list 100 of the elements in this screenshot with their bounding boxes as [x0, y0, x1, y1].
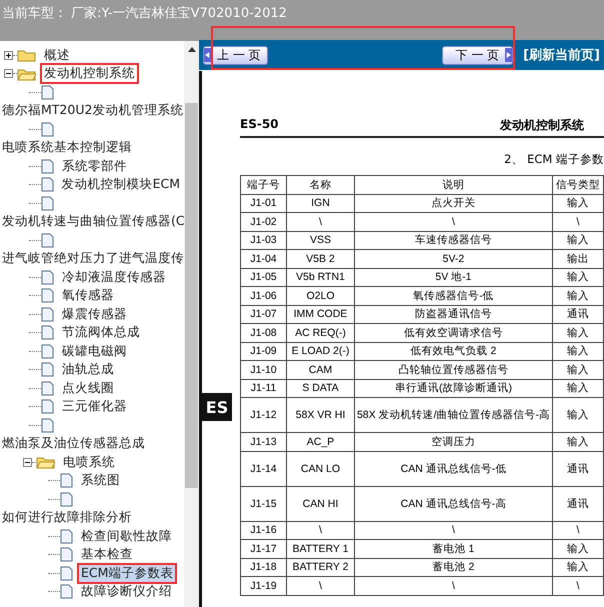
table-cell: 5V-2: [354, 250, 552, 268]
page-icon[interactable]: [60, 584, 73, 600]
table-cell: \: [286, 521, 354, 540]
tree-item[interactable]: 电喷系统: [59, 452, 119, 473]
table-cell: VSS: [286, 231, 354, 250]
expand-toggle[interactable]: [4, 50, 13, 60]
table-cell: 输入: [552, 379, 604, 398]
page-icon[interactable]: [41, 84, 54, 100]
table-cell: 氧传感器信号-低: [354, 286, 552, 305]
table-cell: 输出: [552, 250, 604, 268]
chapter-title: 发动机控制系统: [500, 117, 584, 134]
tree-item[interactable]: 概述: [40, 44, 74, 66]
table-cell: AC_P: [286, 432, 354, 451]
page-icon[interactable]: [40, 177, 54, 192]
column-header: 端子号: [240, 176, 286, 194]
tree-item[interactable]: 系统图: [77, 470, 124, 492]
table-cell: J1-19: [240, 576, 286, 595]
tree-item[interactable]: 冷却液温度传感器: [58, 266, 170, 288]
page-icon[interactable]: [41, 325, 54, 340]
page-icon[interactable]: [41, 196, 54, 211]
tree-item[interactable]: 三元催化器: [58, 396, 131, 418]
page-icon[interactable]: [41, 306, 54, 322]
table-cell: \: [552, 521, 604, 540]
table-cell: J1-07: [240, 305, 286, 324]
tree-item[interactable]: 故障诊断仪介绍: [77, 581, 176, 602]
column-header: 说明: [354, 176, 552, 194]
table-cell: CAM: [286, 360, 354, 379]
table-cell: CAN 通讯总线信号-低: [354, 451, 552, 486]
page-icon[interactable]: [60, 566, 73, 581]
table-cell: BATTERY 1: [286, 540, 354, 558]
table-cell: J1-01: [240, 194, 286, 212]
table-cell: CAN 通讯总线信号-高: [354, 486, 552, 521]
table-cell: IMM CODE: [286, 305, 354, 324]
table-cell: 输入: [552, 540, 604, 558]
table-cell: \: [354, 576, 552, 595]
tree-item[interactable]: 碳罐电磁阀: [58, 340, 131, 362]
tree-item[interactable]: 发动机控制系统: [40, 63, 139, 84]
expand-toggle[interactable]: [23, 458, 32, 467]
page-icon[interactable]: [60, 492, 73, 507]
table-cell: \: [286, 576, 354, 595]
table-cell: J1-12: [240, 398, 286, 432]
page-code: ES-50: [240, 117, 279, 133]
page-icon[interactable]: [41, 399, 54, 414]
page-icon[interactable]: [60, 547, 73, 562]
page-icon[interactable]: [60, 473, 73, 488]
tree-item[interactable]: 系统零部件: [58, 156, 131, 177]
table-cell: 输入: [552, 268, 604, 286]
tree-item[interactable]: 氧传感器: [58, 285, 118, 306]
page-icon[interactable]: [41, 158, 54, 174]
tree-item[interactable]: 发动机转速与曲轴位置传感器(C: [0, 211, 184, 232]
table-cell: 输入: [552, 286, 604, 305]
table-cell: \: [354, 212, 552, 231]
page-icon[interactable]: [41, 380, 54, 396]
expand-toggle[interactable]: [4, 69, 13, 78]
scrollbar[interactable]: [184, 41, 199, 607]
table-cell: 输入: [552, 360, 604, 379]
section-title: 2、 ECM 端子参数: [503, 152, 604, 167]
table-cell: 低有效电气负载 2: [354, 342, 552, 360]
page-icon[interactable]: [41, 288, 54, 304]
table-cell: J1-10: [240, 360, 286, 379]
tree-item[interactable]: 检查间歇性故障: [77, 526, 176, 547]
table-cell: 低有效空调请求信号: [354, 324, 552, 342]
tree-item[interactable]: 进气岐管绝对压力了进气温度传: [0, 248, 184, 270]
table-cell: J1-11: [240, 379, 286, 398]
table-cell: J1-03: [240, 231, 286, 250]
table-cell: \: [354, 521, 552, 540]
tree-item[interactable]: 电喷系统基本控制逻辑: [0, 137, 134, 158]
table-cell: J1-13: [240, 432, 286, 451]
tree-item[interactable]: 发动机控制模块ECM: [58, 174, 184, 196]
tree-item[interactable]: 油轨总成: [58, 359, 118, 380]
page-icon[interactable]: [41, 418, 54, 433]
page-icon[interactable]: [60, 528, 73, 544]
table-cell: 串行通讯(故障诊断通讯): [354, 379, 552, 398]
table-cell: 输入: [552, 194, 604, 212]
table-cell: 通讯: [552, 486, 604, 521]
page-icon[interactable]: [41, 232, 54, 248]
refresh-link[interactable]: [刷新当前页]: [523, 46, 600, 64]
table-cell: J1-02: [240, 212, 286, 231]
tree-item[interactable]: 燃油泵及油位传感器总成: [0, 433, 147, 454]
tree-item[interactable]: 如何进行故障排除分析: [0, 507, 134, 528]
tree-item[interactable]: ECM端子参数表: [77, 562, 178, 584]
tree-item[interactable]: 爆震传感器: [58, 304, 131, 325]
tree-item[interactable]: 基本检查: [77, 544, 137, 566]
tree-item[interactable]: 节流阀体总成: [58, 322, 144, 344]
next-page-button[interactable]: 下 一 页: [442, 46, 514, 64]
table-cell: \: [552, 576, 604, 595]
table-cell: V5b RTN1: [286, 268, 354, 286]
previous-page-button[interactable]: 上 一 页: [203, 46, 268, 64]
table-cell: J1-17: [240, 540, 286, 558]
page-icon[interactable]: [41, 270, 54, 285]
tree-item[interactable]: 点火线圈: [58, 378, 118, 399]
page-icon[interactable]: [41, 122, 54, 137]
scroll-thumb[interactable]: [185, 103, 198, 488]
folder-icon: [36, 455, 55, 470]
table-cell: J1-06: [240, 286, 286, 305]
tree-item[interactable]: 德尔福MT20U2发动机管理系统: [0, 100, 184, 122]
scroll-up-icon[interactable]: [188, 47, 196, 52]
page-icon[interactable]: [41, 344, 54, 359]
page-icon[interactable]: [41, 362, 54, 378]
table-cell: 输入: [552, 342, 604, 360]
